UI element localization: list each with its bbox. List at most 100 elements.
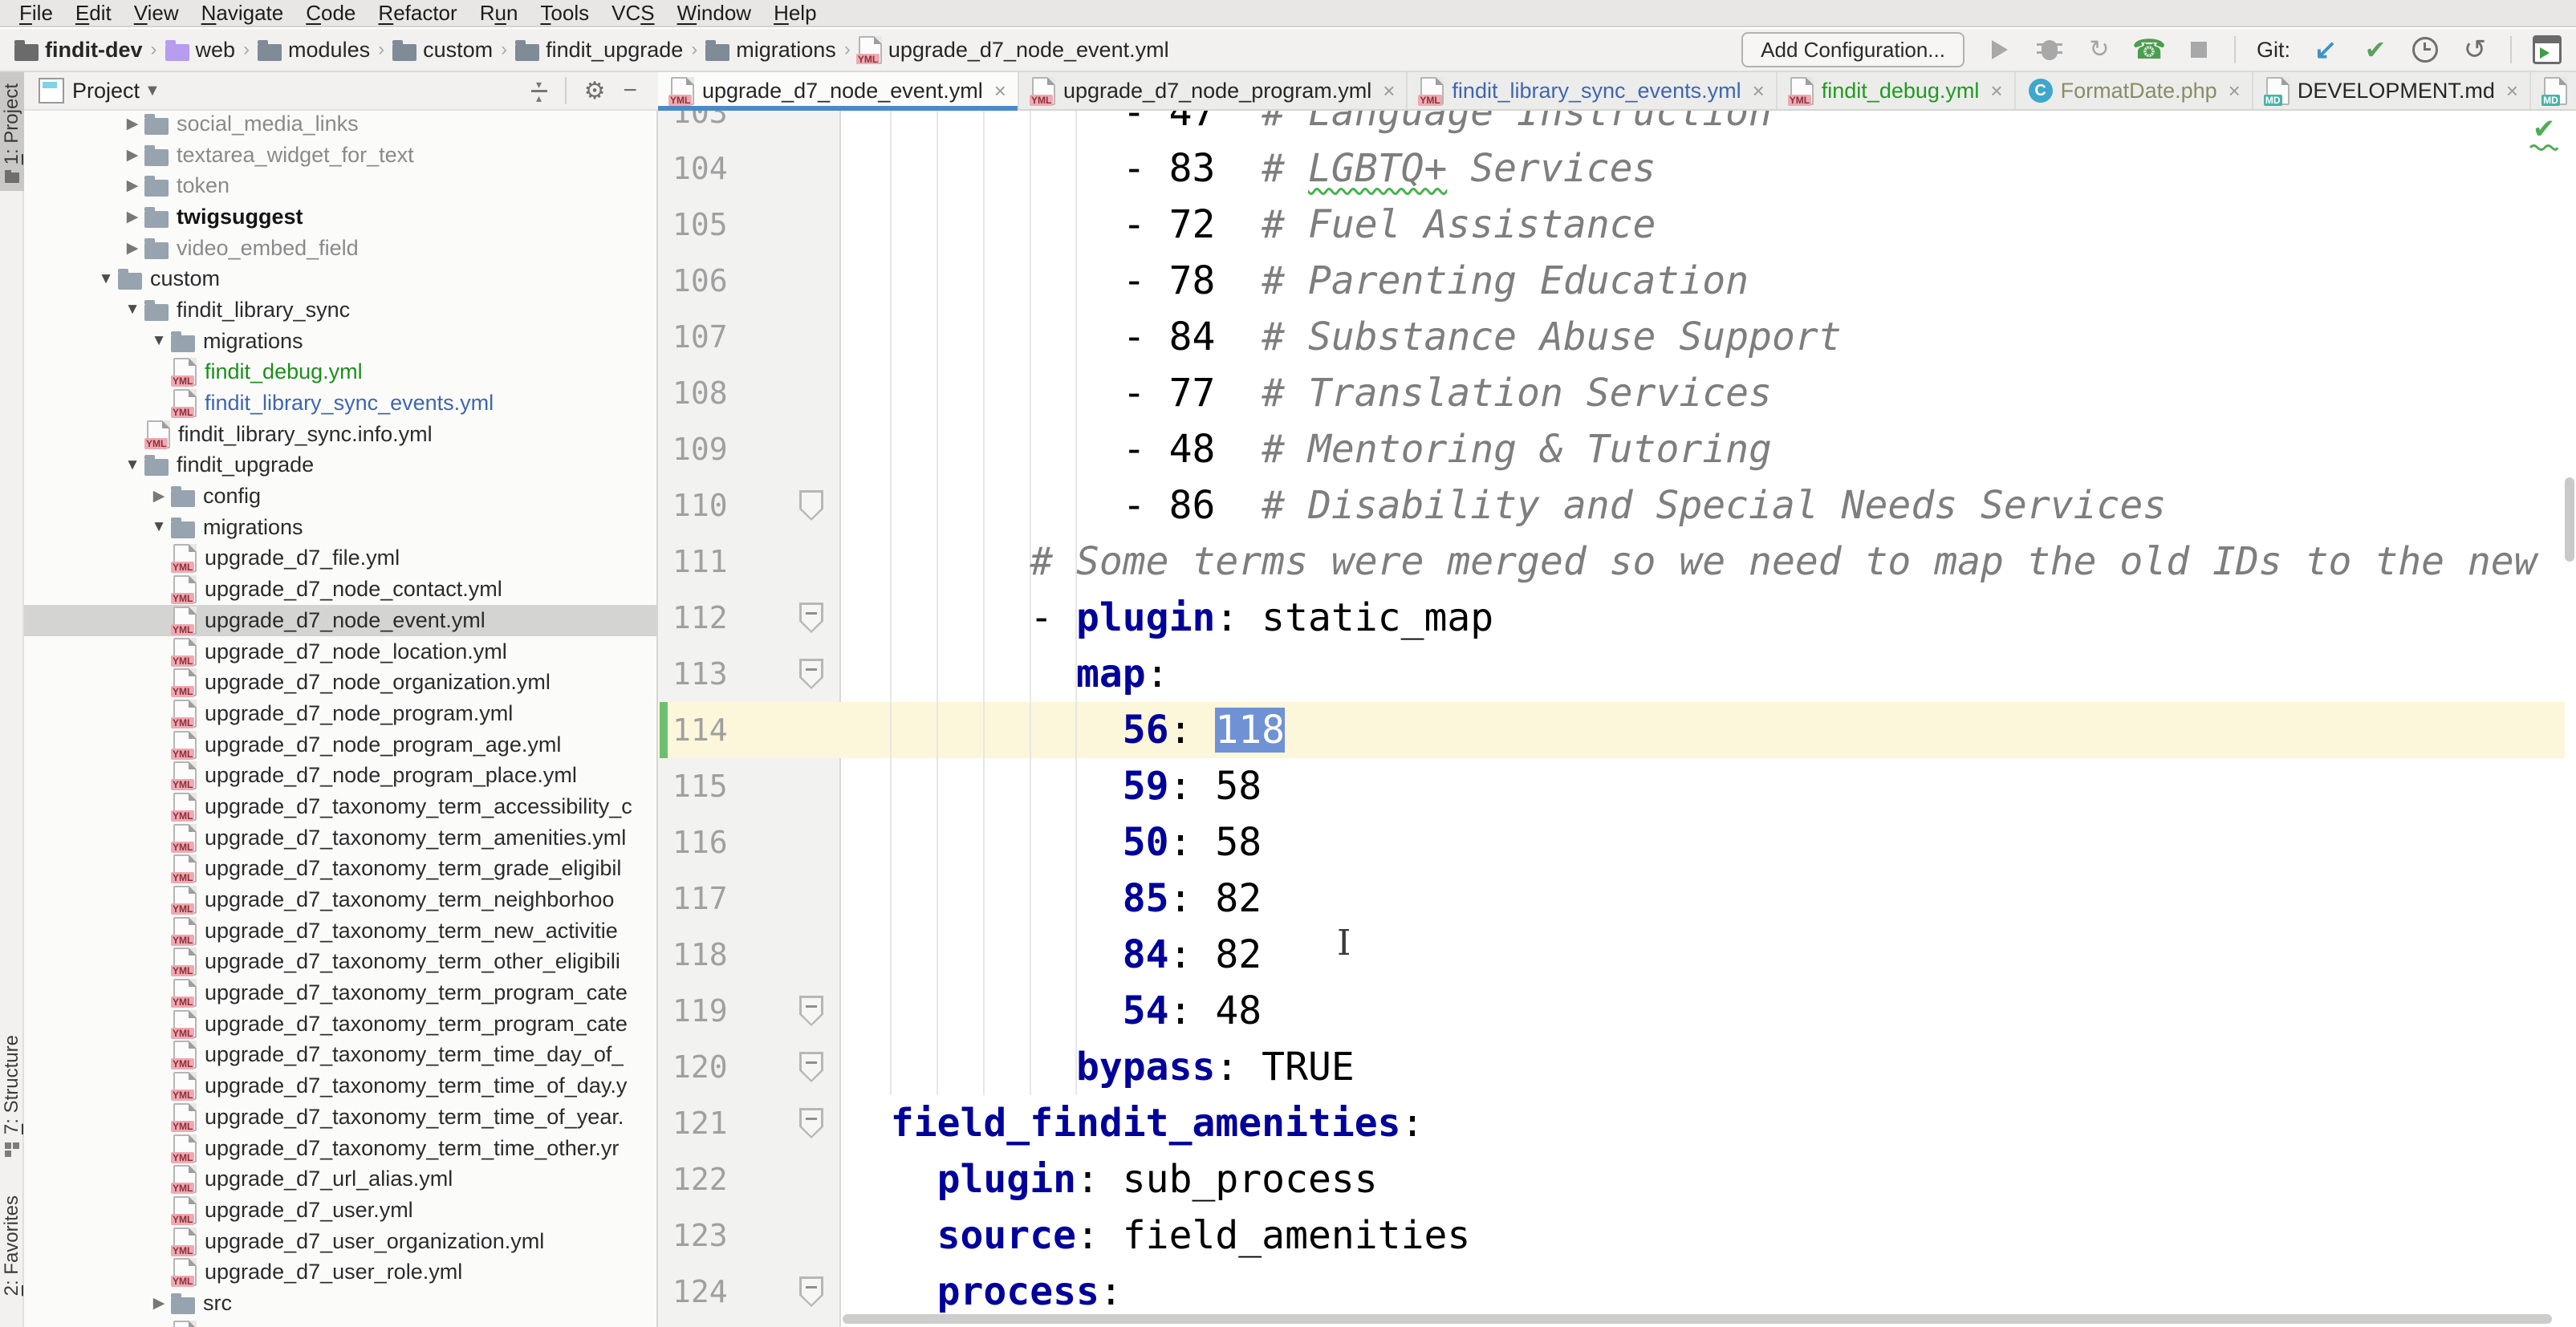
tab-overflow-partial[interactable]: MD:: [2531, 72, 2576, 109]
line-number[interactable]: 110: [672, 477, 737, 534]
hide-panel-button[interactable]: −: [623, 77, 637, 104]
tree-file-row[interactable]: YMLupgrade_d7_node_location.yml: [24, 636, 656, 668]
line-number[interactable]: 114: [672, 702, 737, 758]
chevron-down-icon[interactable]: ▼: [147, 518, 171, 536]
line-number[interactable]: 104: [672, 140, 737, 197]
gear-icon[interactable]: ⚙: [584, 77, 606, 105]
listen-debug-button[interactable]: ☎: [2135, 35, 2164, 64]
fold-marker-icon[interactable]: [799, 1276, 823, 1307]
chevron-right-icon[interactable]: ▶: [120, 115, 144, 133]
fold-marker-icon[interactable]: [799, 1052, 823, 1082]
tree-file-row[interactable]: YMLupgrade_d7_taxonomy_term_neighborhoo: [24, 884, 656, 915]
line-number[interactable]: 117: [672, 870, 737, 927]
tree-folder-row[interactable]: ▶video_embed_field: [24, 233, 656, 264]
fold-marker-icon[interactable]: [799, 603, 823, 633]
tab-upgrade_d7_node_program.yml[interactable]: YMLupgrade_d7_node_program.yml×: [1019, 72, 1408, 109]
editor-horizontal-scrollbar[interactable]: [843, 1314, 2552, 1324]
tree-folder-row[interactable]: ▼migrations: [24, 512, 656, 543]
tree-file-row[interactable]: YMLupgrade_d7_taxonomy_term_amenities.ym…: [24, 822, 656, 854]
chevron-right-icon[interactable]: ▶: [147, 487, 171, 505]
stripe-tab-structure[interactable]: 7: Structure: [0, 1035, 24, 1157]
close-icon[interactable]: ×: [1753, 79, 1765, 103]
tree-folder-row[interactable]: ▶social_media_links: [24, 111, 656, 140]
collapse-all-button[interactable]: ▾ ▴: [531, 80, 547, 102]
debug-button[interactable]: [2035, 35, 2064, 64]
git-history-button[interactable]: [2411, 35, 2440, 64]
run-button[interactable]: [1985, 35, 2014, 64]
tree-file-row[interactable]: YMLfindit_debug.yml: [24, 357, 656, 388]
breadcrumb-item[interactable]: findit_upgrade: [515, 38, 683, 63]
tree-file-row[interactable]: YMLupgrade_d7_node_program_age.yml: [24, 729, 656, 761]
breadcrumb-item[interactable]: YMLupgrade_d7_node_event.yml: [859, 36, 1169, 64]
menu-item-edit[interactable]: Edit: [64, 1, 123, 26]
stop-button[interactable]: [2184, 35, 2213, 64]
editor-vertical-scrollbar[interactable]: [2565, 477, 2574, 562]
tree-file-row[interactable]: YML: [24, 1319, 656, 1327]
chevron-down-icon[interactable]: ▼: [120, 301, 144, 319]
run-coverage-button[interactable]: ↻: [2085, 35, 2114, 64]
fold-marker-icon[interactable]: [799, 1108, 823, 1138]
breadcrumb-item[interactable]: migrations: [705, 38, 836, 63]
git-rollback-button[interactable]: ↺: [2460, 35, 2489, 64]
line-number[interactable]: 106: [672, 253, 737, 309]
tree-file-row[interactable]: YMLfindit_library_sync_events.yml: [24, 388, 656, 419]
line-number[interactable]: 122: [672, 1151, 737, 1207]
editor[interactable]: 103 - 47 # Language Instruction104 - 83 …: [658, 111, 2576, 1327]
tab-upgrade_d7_node_event.yml[interactable]: YMLupgrade_d7_node_event.yml×: [658, 72, 1019, 109]
chevron-down-icon[interactable]: ▼: [144, 82, 160, 100]
tree-folder-row[interactable]: ▶twigsuggest: [24, 201, 656, 233]
tree-file-row[interactable]: YMLupgrade_d7_taxonomy_term_program_cate: [24, 1008, 656, 1040]
line-number[interactable]: 116: [672, 814, 737, 870]
tree-file-row[interactable]: YMLupgrade_d7_user.yml: [24, 1195, 656, 1226]
tree-file-row[interactable]: YMLupgrade_d7_taxonomy_term_grade_eligib…: [24, 854, 656, 885]
tree-folder-row[interactable]: ▶token: [24, 170, 656, 201]
tree-file-row[interactable]: YMLupgrade_d7_node_contact.yml: [24, 574, 656, 605]
line-number[interactable]: 121: [672, 1095, 737, 1151]
line-number[interactable]: 105: [672, 197, 737, 253]
menu-item-code[interactable]: Code: [295, 1, 367, 26]
chevron-down-icon[interactable]: ▼: [147, 332, 171, 350]
chevron-right-icon[interactable]: ▶: [120, 177, 144, 195]
line-number[interactable]: 120: [672, 1039, 737, 1095]
tree-file-row[interactable]: YMLupgrade_d7_taxonomy_term_time_of_day.…: [24, 1070, 656, 1102]
line-number[interactable]: 113: [672, 646, 737, 702]
fold-marker-icon[interactable]: [799, 490, 823, 521]
tree-folder-row[interactable]: ▼findit_upgrade: [24, 450, 656, 481]
tree-file-row[interactable]: YMLupgrade_d7_taxonomy_term_time_other.y…: [24, 1133, 656, 1164]
tree-file-row[interactable]: YMLupgrade_d7_node_organization.yml: [24, 667, 656, 698]
menu-item-refactor[interactable]: Refactor: [367, 1, 468, 26]
tab-findit_debug.yml[interactable]: YMLfindit_debug.yml×: [1778, 72, 2016, 109]
tree-file-row[interactable]: YMLupgrade_d7_taxonomy_term_accessibilit…: [24, 791, 656, 822]
tab-DEVELOPMENT.md[interactable]: MDDEVELOPMENT.md×: [2253, 72, 2531, 109]
stripe-tab-project[interactable]: 1: Project: [0, 72, 24, 191]
breadcrumb-item[interactable]: modules: [258, 38, 370, 63]
line-number[interactable]: 123: [672, 1207, 737, 1264]
tree-folder-row[interactable]: ▼migrations: [24, 326, 656, 357]
close-icon[interactable]: ×: [2506, 79, 2518, 103]
close-icon[interactable]: ×: [994, 79, 1006, 103]
line-number[interactable]: 115: [672, 758, 737, 814]
close-icon[interactable]: ×: [1990, 79, 2002, 103]
tree-file-row[interactable]: YMLupgrade_d7_user_organization.yml: [24, 1226, 656, 1257]
menu-item-navigate[interactable]: Navigate: [190, 1, 295, 26]
menu-item-file[interactable]: File: [8, 1, 64, 26]
fold-marker-icon[interactable]: [799, 996, 823, 1026]
chevron-right-icon[interactable]: ▶: [120, 208, 144, 226]
tree-folder-row[interactable]: ▼findit_library_sync: [24, 294, 656, 326]
inspections-widget[interactable]: ✔: [2529, 116, 2558, 151]
tab-findit_library_sync_events.yml[interactable]: YMLfindit_library_sync_events.yml×: [1408, 72, 1777, 109]
tree-file-row[interactable]: YMLupgrade_d7_url_alias.yml: [24, 1163, 656, 1195]
chevron-down-icon[interactable]: ▼: [120, 457, 144, 474]
fold-marker-icon[interactable]: [799, 659, 823, 689]
chevron-right-icon[interactable]: ▶: [120, 146, 144, 164]
line-number[interactable]: 111: [672, 534, 737, 590]
tree-folder-row[interactable]: ▶textarea_widget_for_text: [24, 140, 656, 171]
chevron-right-icon[interactable]: ▶: [147, 1294, 171, 1313]
menu-item-window[interactable]: Window: [666, 1, 762, 26]
tree-file-row[interactable]: YMLupgrade_d7_user_role.yml: [24, 1256, 656, 1288]
tree-file-row[interactable]: YMLfindit_library_sync.info.yml: [24, 419, 656, 450]
git-commit-button[interactable]: ✔: [2361, 35, 2390, 64]
line-number[interactable]: 109: [672, 421, 737, 477]
menu-item-view[interactable]: View: [123, 1, 190, 26]
line-number[interactable]: 103: [672, 111, 737, 140]
